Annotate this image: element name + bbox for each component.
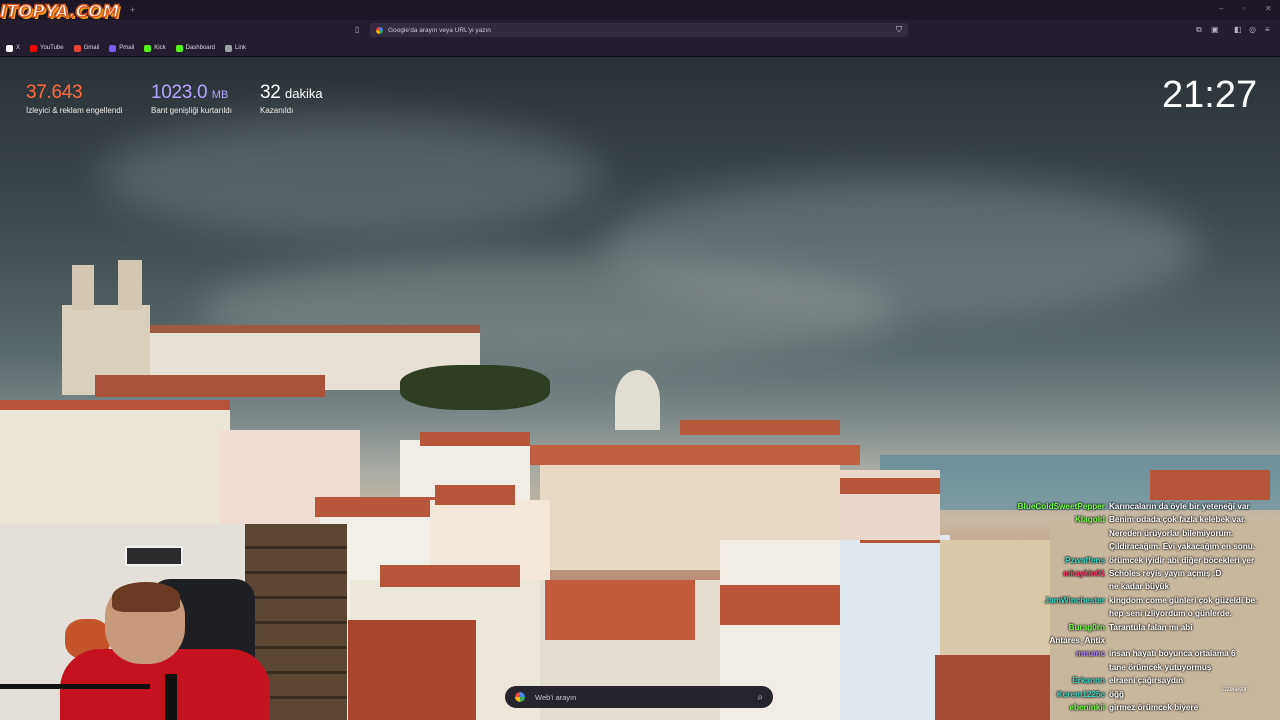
stat-value: 37.643 (26, 82, 83, 103)
chat-username: Erkannn (1072, 676, 1105, 686)
chat-message: mnumc insan hayatı boyunca ortalama 6 (1000, 649, 1236, 659)
bookmark-label: Pmail (119, 45, 135, 51)
bookmark-favicon-icon (175, 44, 183, 52)
bookmark-favicon-icon (30, 44, 38, 52)
chat-username: Antares_Antix (1049, 636, 1105, 645)
bookmark-label: Link (234, 45, 246, 51)
stat-label: Kazanıldı (260, 106, 294, 115)
sidebar-icon[interactable]: ◧ (1234, 25, 1242, 34)
chat-message: Pzwaffens örümcek iyidir abi diğer böcekl… (1000, 555, 1254, 565)
stat-unit: dakika (285, 86, 323, 101)
chat-message: Klagold Benim odada çok fazla kelebek var… (1000, 515, 1246, 525)
bookmark-item[interactable]: Gmail (73, 44, 100, 52)
chat-message: hep seni izliyordum o günlerde. (1000, 609, 1232, 618)
stat-bandwidth-saved: 1023.0 MB Bant genişliği kurtarıldı (151, 82, 232, 115)
chat-message: BlueColdSweetPepper Karıncaların da öyle … (1000, 502, 1250, 511)
bookmark-page-icon[interactable]: ▯ (355, 25, 359, 34)
tab-strip: + – ▫ ✕ (0, 0, 1280, 20)
chat-text: Tarantula falan mı abi (1109, 622, 1193, 632)
chat-text: Scholes reyis yayın açmış :D (1109, 569, 1222, 578)
chat-message: ne kadar büyük (1000, 582, 1169, 591)
stat-label: Bant genişliği kurtarıldı (151, 106, 232, 115)
chat-text: elraeni çağırsaydın (1109, 676, 1184, 686)
chat-text: Karıncaların da öyle bir yeteneği var (1109, 502, 1250, 511)
stat-unit: MB (211, 89, 229, 101)
chat-message: Nereden ürüyorlar bilemiyorum. (1000, 529, 1233, 538)
chat-message: Burag0rn Tarantula falan mı abi (1000, 622, 1193, 632)
search-bar[interactable]: Web'i arayın ⌕ (505, 686, 773, 708)
chat-text: Nereden ürüyorlar bilemiyorum. (1109, 528, 1234, 538)
bookmark-item[interactable]: Dashboard (175, 44, 215, 52)
chat-username: ebeninkii (1069, 703, 1106, 712)
chat-username: mkaykin01 (1063, 569, 1105, 578)
shield-icon[interactable]: ⛉ (896, 25, 902, 35)
bookmark-favicon-icon (144, 44, 152, 52)
bookmark-label: X (16, 45, 21, 51)
chat-text: Benim odada çok fazla kelebek var. (1109, 515, 1246, 525)
google-icon (515, 692, 525, 702)
chat-text: girmez örümcek biyere (1109, 703, 1199, 712)
new-tab-button[interactable]: + (130, 5, 135, 15)
stat-ads-blocked: 37.643 İzleyici & reklam engellendi (26, 82, 123, 115)
stat-value: 1023.0 (151, 82, 208, 103)
chat-text: ne kadar büyük (1109, 582, 1170, 592)
chat-text: örümcek iyidir abi diğer böcekleri yer (1109, 555, 1255, 565)
chat-message: JamWinchester kingdom come günleri çok gü… (1000, 595, 1258, 605)
chat-text: tane örümcek yutuyormuş (1109, 662, 1212, 672)
bookmark-favicon-icon (224, 44, 232, 52)
address-bar[interactable]: Google'da arayın veya URL'yi yazın (370, 23, 908, 37)
address-placeholder: Google'da arayın veya URL'yi yazın (388, 26, 491, 34)
chat-username: JamWinchester (1044, 595, 1105, 605)
chat-username: mnumc (1075, 649, 1105, 659)
bookmark-label: Gmail (83, 45, 100, 51)
bookmark-label: Dashboard (185, 45, 215, 51)
chat-username: Kerem1225e (1056, 689, 1105, 699)
menu-icon[interactable]: ≡ (1265, 25, 1270, 34)
bookmark-label: YouTube (40, 45, 64, 51)
bookmark-favicon-icon (6, 44, 13, 52)
chat-text: hep seni izliyordum o günlerde. (1109, 609, 1232, 619)
clock: 21:27 (1162, 74, 1258, 116)
chat-text: kingdom come günleri çok güzeldi be. (1109, 595, 1258, 605)
extensions-icon[interactable]: ⧉ (1196, 25, 1202, 35)
chat-text: insan hayatı boyunca ortalama 6 (1109, 649, 1236, 659)
minimize-icon[interactable]: – (1219, 4, 1223, 13)
chat-message: Antares_Antix (1000, 636, 1105, 645)
bookmark-label: Kick (154, 45, 166, 51)
chat-message: Erkannn elraeni çağırsaydın (1000, 676, 1183, 686)
chat-text: öğğ (1109, 689, 1125, 699)
chat-username: Burag0rn (1068, 622, 1105, 632)
bookmark-item[interactable]: Link (224, 44, 246, 52)
stat-time-saved: 32 dakika Kazanıldı (260, 82, 323, 115)
bookmark-favicon-icon (109, 44, 117, 52)
chat-message: tane örümcek yutuyormuş (1000, 663, 1211, 672)
customize-link[interactable]: Özelleştir (1222, 687, 1247, 693)
wallet-icon[interactable]: ▣ (1211, 25, 1219, 34)
search-icon[interactable]: ⌕ (757, 692, 763, 703)
vpn-icon[interactable]: ◎ (1249, 25, 1256, 34)
bookmark-item[interactable]: Pmail (109, 44, 135, 52)
chat-username: Pzwaffens (1064, 555, 1105, 565)
chat-message: ebeninkii girmez örümcek biyere (1000, 703, 1199, 712)
bookmark-item[interactable]: X (6, 44, 21, 52)
bookmark-item[interactable]: YouTube (30, 44, 64, 52)
chat-message: mkaykin01 Scholes reyis yayın açmış :D (1000, 569, 1221, 578)
chat-message: Kerem1225e öğğ (1000, 689, 1124, 699)
bookmark-item[interactable]: Kick (144, 44, 166, 52)
chat-username: Klagold (1074, 515, 1105, 525)
bookmark-favicon-icon (73, 44, 81, 52)
stat-value: 32 (260, 82, 281, 103)
chat-text: Çıldıracağım. Evi yakacağım en sonu. (1109, 542, 1256, 552)
webcam-overlay (0, 524, 347, 720)
chat-username: BlueColdSweetPepper (1017, 502, 1105, 511)
search-placeholder: Web'i arayın (535, 692, 577, 702)
itopya-logo: ITOPYA.COM (0, 1, 120, 23)
close-icon[interactable]: ✕ (1265, 4, 1272, 13)
bookmarks-bar: X YouTube Gmail Pmail Kick Dashboard Link (0, 40, 1280, 57)
screen: + – ▫ ✕ ‹ › ↻ ▯ Google'da arayın veya UR… (0, 0, 1280, 720)
maximize-icon[interactable]: ▫ (1242, 4, 1245, 13)
google-icon (376, 26, 383, 34)
chat-message: Çıldıracağım. Evi yakacağım en sonu. (1000, 542, 1255, 551)
stat-label: İzleyici & reklam engellendi (26, 106, 123, 115)
